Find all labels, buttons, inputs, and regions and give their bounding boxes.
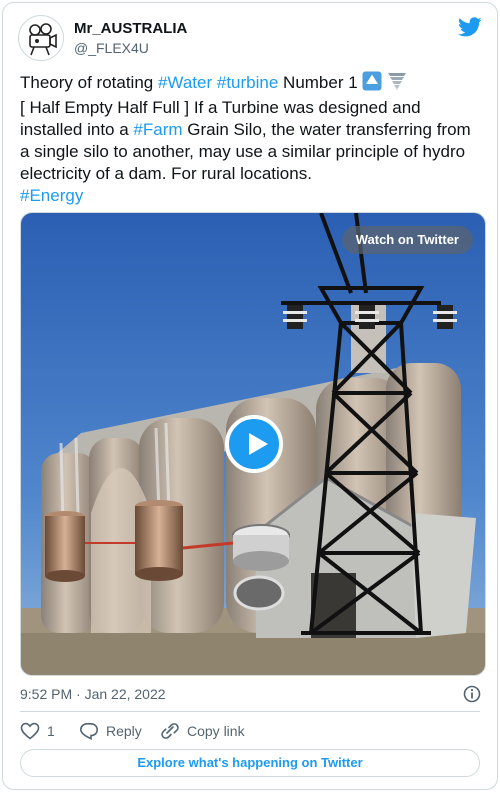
copy-link-label: Copy link bbox=[187, 723, 245, 739]
play-icon[interactable] bbox=[225, 415, 283, 473]
hashtag-energy[interactable]: #Energy bbox=[20, 186, 83, 205]
video-player[interactable]: Watch on Twitter bbox=[20, 212, 486, 676]
tornado-icon bbox=[387, 71, 407, 97]
tweet-card: Mr_AUSTRALIA @_FLEX4U Theory of rotating… bbox=[2, 2, 498, 790]
watch-on-twitter-button[interactable]: Watch on Twitter bbox=[341, 226, 473, 254]
copy-link-button[interactable]: Copy link bbox=[160, 721, 270, 741]
tweet-text-segment: electricity of a dam. For rural location… bbox=[20, 164, 312, 183]
like-button[interactable]: 1 bbox=[20, 721, 70, 741]
hashtag-farm[interactable]: #Farm bbox=[133, 120, 182, 139]
tweet-text-segment: [ Half Empty Half Full ] If a Turbine wa… bbox=[20, 98, 421, 117]
reply-label: Reply bbox=[106, 723, 142, 739]
explore-twitter-button[interactable]: Explore what's happening on Twitter bbox=[20, 749, 480, 777]
tweet-text-segment: Number 1 bbox=[278, 73, 363, 92]
camera-avatar-icon bbox=[20, 17, 63, 60]
tweet-text-segment: a single silo to another, may use a simi… bbox=[20, 142, 466, 161]
twitter-bird-icon[interactable] bbox=[458, 17, 482, 39]
heart-icon bbox=[20, 722, 40, 740]
link-icon bbox=[161, 723, 179, 739]
like-count: 1 bbox=[47, 723, 55, 739]
reply-icon bbox=[79, 723, 99, 740]
up-arrow-button-icon bbox=[362, 71, 382, 97]
tweet-text-segment: Grain Silo, the water transferring from bbox=[182, 120, 471, 139]
reply-button[interactable]: Reply bbox=[79, 721, 159, 741]
info-icon[interactable] bbox=[463, 685, 481, 703]
hashtag-water[interactable]: #Water bbox=[158, 73, 212, 92]
divider bbox=[20, 711, 480, 712]
tweet-text: Theory of rotating #Water #turbine Numbe… bbox=[20, 71, 486, 207]
avatar[interactable] bbox=[18, 15, 64, 61]
tweet-text-segment: Theory of rotating bbox=[20, 73, 158, 92]
hashtag-turbine[interactable]: #turbine bbox=[217, 73, 278, 92]
tweet-text-segment: installed into a bbox=[20, 120, 134, 139]
display-name[interactable]: Mr_AUSTRALIA bbox=[74, 20, 187, 38]
user-names: Mr_AUSTRALIA @_FLEX4U bbox=[74, 20, 187, 57]
tweet-timestamp[interactable]: 9:52 PM · Jan 22, 2022 bbox=[20, 685, 166, 703]
tweet-header: Mr_AUSTRALIA @_FLEX4U bbox=[18, 15, 482, 63]
user-handle[interactable]: @_FLEX4U bbox=[74, 39, 187, 57]
